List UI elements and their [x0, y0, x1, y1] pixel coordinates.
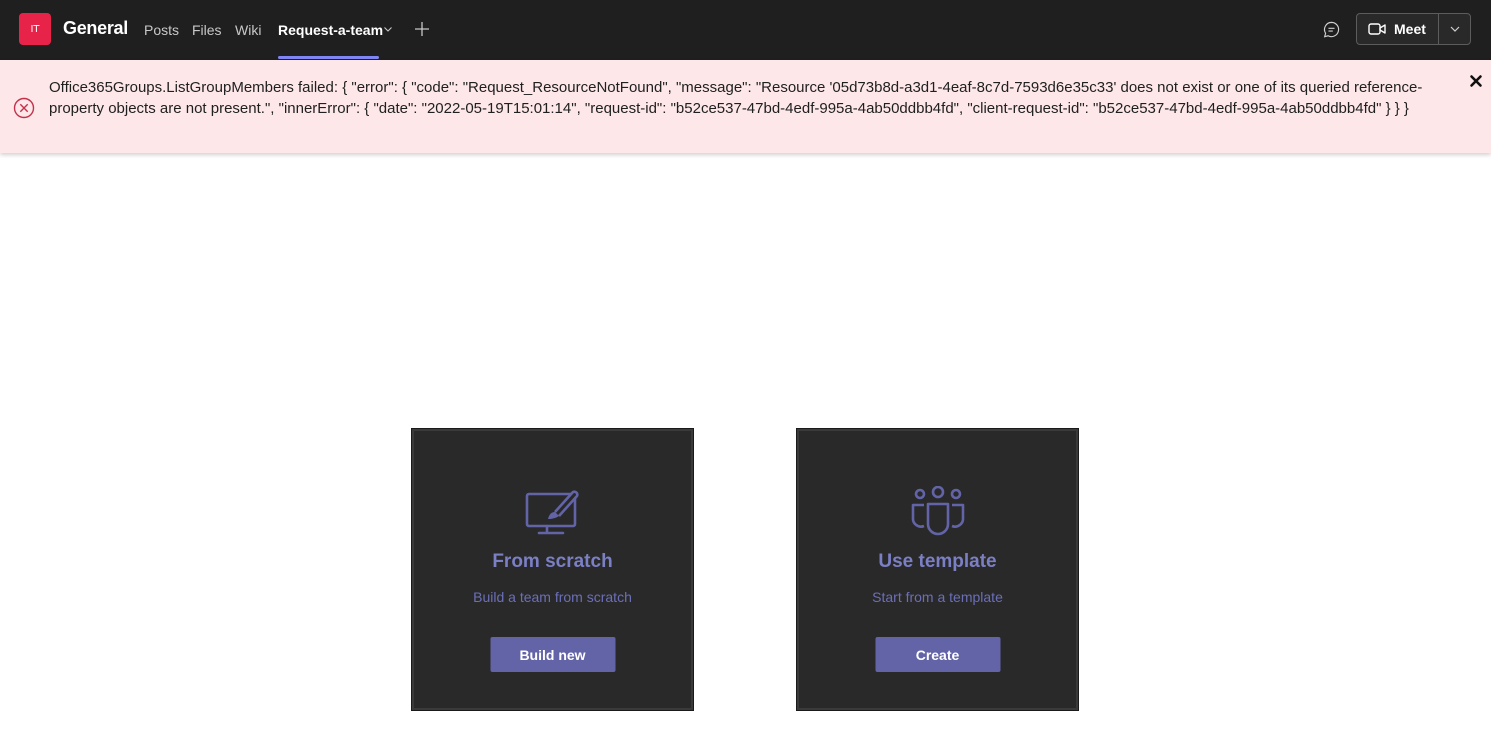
use-template-subtitle: Start from a template	[872, 589, 1003, 605]
error-message: Office365Groups.ListGroupMembers failed:…	[49, 79, 1423, 117]
build-new-button[interactable]: Build new	[490, 637, 615, 672]
from-scratch-subtitle: Build a team from scratch	[473, 589, 632, 605]
from-scratch-title: From scratch	[492, 551, 613, 572]
meet-button[interactable]: Meet	[1356, 13, 1439, 45]
tab-files[interactable]: Files	[192, 22, 222, 38]
use-template-card: Use template Start from a template Creat…	[796, 428, 1079, 711]
video-camera-icon	[1368, 23, 1386, 35]
meet-dropdown-button[interactable]	[1438, 13, 1471, 45]
teams-people-icon	[911, 486, 964, 536]
active-tab-indicator	[278, 56, 379, 59]
chevron-down-icon	[1450, 26, 1459, 32]
close-icon[interactable]	[1469, 74, 1483, 88]
create-button[interactable]: Create	[875, 637, 1000, 672]
tab-request-a-team[interactable]: Request-a-team	[278, 22, 383, 38]
error-icon	[13, 97, 35, 119]
error-banner: Office365Groups.ListGroupMembers failed:…	[0, 60, 1491, 153]
chat-icon[interactable]	[1322, 20, 1341, 39]
tab-wiki[interactable]: Wiki	[235, 22, 261, 38]
chevron-down-icon[interactable]	[383, 24, 393, 34]
team-avatar[interactable]: IT	[19, 13, 51, 45]
from-scratch-card: From scratch Build a team from scratch B…	[411, 428, 694, 711]
monitor-brush-icon	[525, 490, 579, 535]
top-bar: IT General Posts Files Wiki Request-a-te…	[0, 0, 1491, 60]
channel-title: General	[63, 18, 128, 38]
tab-posts[interactable]: Posts	[144, 22, 179, 38]
plus-icon[interactable]	[413, 20, 431, 38]
use-template-title: Use template	[878, 551, 997, 572]
meet-label: Meet	[1394, 21, 1426, 37]
